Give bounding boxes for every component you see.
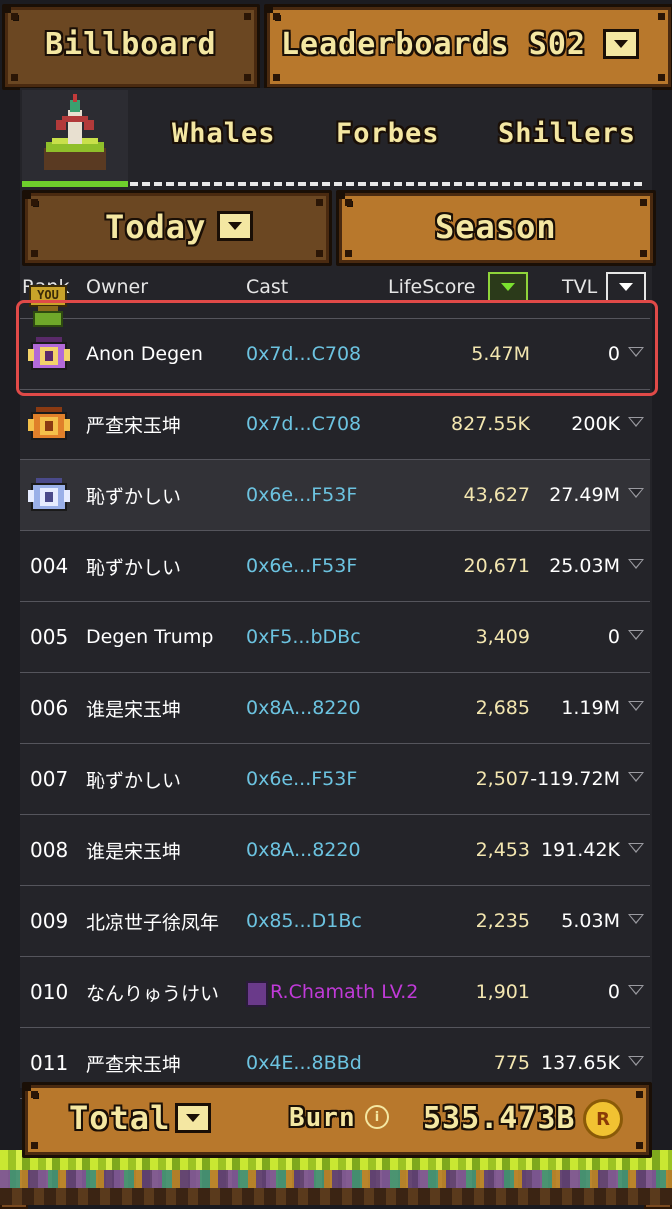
tvl-cell: 200K bbox=[571, 413, 620, 435]
table-row[interactable]: 007 恥ずかしい 0x6e...F53F 2,507 -119.72M bbox=[20, 744, 650, 815]
owner-cell: なんりゅうけい bbox=[86, 982, 220, 1005]
tvl-cell: 5.03M bbox=[561, 910, 620, 932]
active-tab-indicator bbox=[22, 181, 128, 187]
owner-cell: Degen Trump bbox=[86, 626, 214, 648]
expand-row-icon[interactable] bbox=[628, 843, 644, 853]
current-user-highlight bbox=[16, 300, 658, 396]
table-row[interactable]: 004 恥ずかしい 0x6e...F53F 20,671 25.03M bbox=[20, 531, 650, 602]
rank-cell: 008 bbox=[30, 838, 69, 862]
expand-row-icon[interactable] bbox=[628, 772, 644, 782]
billboard-button[interactable]: Billboard bbox=[2, 4, 260, 90]
tvl-cell: -119.72M bbox=[530, 768, 620, 790]
leaderboards-season-dropdown[interactable]: Leaderboards S02 bbox=[264, 4, 672, 90]
lifescore-cell: 43,627 bbox=[463, 484, 530, 506]
owner-cell: 恥ずかしい bbox=[86, 556, 182, 579]
column-tvl[interactable]: TVL bbox=[562, 276, 597, 298]
info-icon[interactable]: i bbox=[365, 1105, 389, 1129]
tab-whales[interactable]: Whales bbox=[172, 118, 276, 149]
tab-shillers[interactable]: Shillers bbox=[498, 118, 636, 149]
rank-cell: 004 bbox=[30, 554, 69, 578]
tvl-cell: 1.19M bbox=[561, 697, 620, 719]
leaderboard-screen: Billboard Leaderboards S02 Whales Forbes… bbox=[0, 0, 672, 1209]
leaderboards-label: Leaderboards S02 bbox=[281, 27, 586, 62]
coin-icon: R bbox=[583, 1099, 623, 1139]
cast-cell[interactable]: 0x6e...F53F bbox=[246, 531, 357, 601]
tvl-cell: 27.49M bbox=[549, 484, 620, 506]
burn-label: Burn bbox=[289, 1103, 356, 1133]
castle-icon bbox=[44, 94, 106, 170]
table-row[interactable]: 010 なんりゅうけい R.Chamath LV.2 1,901 0 bbox=[20, 957, 650, 1028]
rank-cell: 007 bbox=[30, 767, 69, 791]
expand-row-icon[interactable] bbox=[628, 985, 644, 995]
lifescore-cell: 2,235 bbox=[475, 910, 530, 932]
soil-strip bbox=[0, 1188, 672, 1205]
rank-cell: 009 bbox=[30, 909, 69, 933]
owner-cell: 北凉世子徐凤年 bbox=[86, 911, 220, 934]
lifescore-sort-icon[interactable] bbox=[488, 272, 528, 302]
tab-whales-icon[interactable] bbox=[22, 90, 128, 182]
tvl-cell: 25.03M bbox=[549, 555, 620, 577]
lifescore-cell: 20,671 bbox=[463, 555, 530, 577]
owner-cell: 严查宋玉坤 bbox=[86, 414, 182, 437]
rank-cell: 006 bbox=[30, 696, 69, 720]
table-row[interactable]: 005 Degen Trump 0xF5...bDBc 3,409 0 bbox=[20, 602, 650, 673]
expand-row-icon[interactable] bbox=[628, 559, 644, 569]
gold-medal-icon bbox=[28, 407, 70, 440]
column-owner: Owner bbox=[86, 276, 149, 298]
expand-row-icon[interactable] bbox=[628, 630, 644, 640]
lifescore-cell: 2,507 bbox=[475, 768, 530, 790]
cast-avatar-icon bbox=[246, 981, 268, 1007]
table-row[interactable]: 严查宋玉坤 0x7d...C708 827.55K 200K bbox=[20, 389, 650, 460]
lifescore-cell: 1,901 bbox=[475, 981, 530, 1003]
expand-row-icon[interactable] bbox=[628, 488, 644, 498]
tvl-cell: 191.42K bbox=[541, 839, 620, 861]
column-lifescore[interactable]: LifeScore bbox=[388, 276, 475, 298]
expand-row-icon[interactable] bbox=[628, 1056, 644, 1066]
cast-cell[interactable]: 0x85...D1Bc bbox=[246, 886, 362, 956]
season-button[interactable]: Season bbox=[336, 190, 656, 266]
cast-cell[interactable]: 0x6e...F53F bbox=[246, 460, 357, 530]
table-row[interactable]: 006 谁是宋玉坤 0x8A...8220 2,685 1.19M bbox=[20, 673, 650, 744]
tvl-cell: 0 bbox=[607, 981, 620, 1003]
lifescore-cell: 2,685 bbox=[475, 697, 530, 719]
tvl-cell: 0 bbox=[607, 626, 620, 648]
cast-cell[interactable]: R.Chamath LV.2 bbox=[270, 957, 418, 1027]
silver-medal-icon bbox=[28, 478, 70, 511]
cast-cell[interactable]: 0x8A...8220 bbox=[246, 815, 361, 885]
chevron-down-icon bbox=[217, 211, 253, 241]
total-footer: Total Burn i 535.473B R bbox=[22, 1082, 652, 1158]
rank-cell: 010 bbox=[30, 980, 69, 1004]
today-label: Today bbox=[105, 208, 207, 246]
burn-value: 535.473B bbox=[423, 1101, 576, 1136]
lifescore-cell: 2,453 bbox=[475, 839, 530, 861]
cast-cell[interactable]: 0x6e...F53F bbox=[246, 744, 357, 814]
owner-cell: 恥ずかしい bbox=[86, 485, 182, 508]
cast-cell[interactable]: 0x8A...8220 bbox=[246, 673, 361, 743]
chevron-down-icon bbox=[603, 29, 639, 59]
expand-row-icon[interactable] bbox=[628, 701, 644, 711]
total-dropdown-icon[interactable] bbox=[175, 1103, 211, 1133]
table-row[interactable]: 009 北凉世子徐凤年 0x85...D1Bc 2,235 5.03M bbox=[20, 886, 650, 957]
owner-cell: 恥ずかしい bbox=[86, 769, 182, 792]
rank-cell: 005 bbox=[30, 625, 69, 649]
total-label: Total bbox=[69, 1099, 171, 1137]
tabs-divider bbox=[130, 182, 642, 186]
owner-cell: 谁是宋玉坤 bbox=[86, 840, 182, 863]
owner-cell: 谁是宋玉坤 bbox=[86, 698, 182, 721]
expand-row-icon[interactable] bbox=[628, 914, 644, 924]
table-row[interactable]: 恥ずかしい 0x6e...F53F 43,627 27.49M bbox=[20, 460, 650, 531]
cast-cell[interactable]: 0xF5...bDBc bbox=[246, 602, 361, 672]
cast-cell[interactable]: 0x7d...C708 bbox=[246, 389, 361, 459]
billboard-label: Billboard bbox=[45, 27, 217, 62]
tvl-sort-icon[interactable] bbox=[606, 272, 646, 302]
lifescore-cell: 3,409 bbox=[475, 626, 530, 648]
today-dropdown[interactable]: Today bbox=[22, 190, 332, 266]
season-label: Season bbox=[435, 208, 557, 246]
lifescore-cell: 827.55K bbox=[451, 413, 530, 435]
tab-forbes[interactable]: Forbes bbox=[336, 118, 440, 149]
expand-row-icon[interactable] bbox=[628, 417, 644, 427]
column-cast: Cast bbox=[246, 276, 289, 298]
table-row[interactable]: 008 谁是宋玉坤 0x8A...8220 2,453 191.42K bbox=[20, 815, 650, 886]
